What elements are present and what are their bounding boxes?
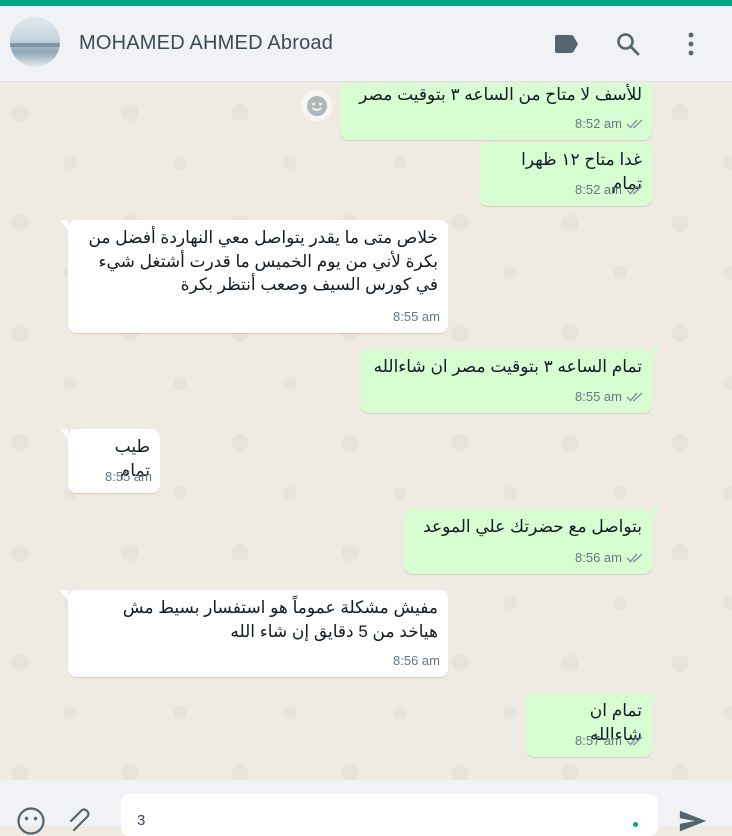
send-icon[interactable] <box>678 806 708 836</box>
message-bubble-incoming[interactable]: مفيش مشكلة عموماً هو استفسار بسيط مش هيا… <box>60 590 448 677</box>
message-bubble-outgoing[interactable]: غدا متاح ١٢ ظهرا تمام 8:52 am <box>479 142 652 206</box>
message-meta: 8:57 am <box>575 729 644 753</box>
message-time: 8:55 am <box>575 388 622 404</box>
message-meta: 8:56 am <box>575 546 644 570</box>
read-receipt-icon <box>626 392 643 402</box>
message-bubble-outgoing[interactable]: تمام الساعه ٣ بتوقيت مصر ان شاءالله 8:55… <box>361 349 660 413</box>
message-meta: 8:56 am <box>393 649 440 673</box>
emoji-icon[interactable] <box>16 806 46 836</box>
message-time: 8:57 am <box>575 732 622 748</box>
message-meta: 8:55 am <box>105 465 152 489</box>
attach-icon[interactable] <box>66 806 96 836</box>
message-list[interactable]: للأسف لا متاح من الساعه ٣ بتوقيت مصر 8:5… <box>0 83 732 780</box>
read-receipt-icon <box>626 553 643 563</box>
message-input-value: 3 <box>137 812 146 829</box>
message-bubble-incoming[interactable]: خلاص متى ما يقدر يتواصل معي النهاردة أفض… <box>60 220 448 333</box>
message-bubble-incoming[interactable]: طيب تمام 8:55 am <box>60 429 160 493</box>
search-icon[interactable] <box>614 30 642 58</box>
contact-name[interactable]: MOHAMED AHMED Abroad <box>79 32 333 55</box>
message-meta: 8:52 am <box>575 112 644 136</box>
message-text: خلاص متى ما يقدر يتواصل معي النهاردة أفض… <box>88 228 438 294</box>
message-text: بتواصل مع حضرتك علي الموعد <box>423 517 642 536</box>
react-emoji-icon[interactable] <box>301 90 332 121</box>
message-time: 8:56 am <box>393 652 440 668</box>
input-indicator <box>633 822 638 827</box>
message-input[interactable]: 3 <box>121 794 658 836</box>
label-icon[interactable] <box>552 30 580 58</box>
message-time: 8:52 am <box>575 115 622 131</box>
message-text: مفيش مشكلة عموماً هو استفسار بسيط مش هيا… <box>122 598 438 641</box>
message-time: 8:52 am <box>575 181 622 197</box>
read-receipt-icon <box>626 736 643 746</box>
message-bubble-outgoing[interactable]: للأسف لا متاح من الساعه ٣ بتوقيت مصر 8:5… <box>340 83 652 140</box>
message-time: 8:56 am <box>575 549 622 565</box>
menu-icon[interactable] <box>677 30 705 58</box>
read-receipt-icon <box>626 119 643 129</box>
message-meta: 8:55 am <box>575 385 644 409</box>
message-meta: 8:52 am <box>575 178 644 202</box>
read-receipt-icon <box>626 185 643 195</box>
message-text: للأسف لا متاح من الساعه ٣ بتوقيت مصر <box>359 85 642 104</box>
contact-avatar[interactable] <box>10 17 60 67</box>
message-meta: 8:55 am <box>393 305 440 329</box>
chat-header[interactable]: MOHAMED AHMED Abroad <box>0 6 732 82</box>
message-bubble-outgoing[interactable]: تمام ان شاءالله 8:57 am <box>526 693 660 757</box>
message-time: 8:55 am <box>105 468 152 484</box>
composer-bar: 3 <box>0 780 732 836</box>
message-bubble-outgoing[interactable]: بتواصل مع حضرتك علي الموعد 8:56 am <box>404 509 660 574</box>
message-time: 8:55 am <box>393 308 440 324</box>
message-text: تمام الساعه ٣ بتوقيت مصر ان شاءالله <box>373 357 642 376</box>
